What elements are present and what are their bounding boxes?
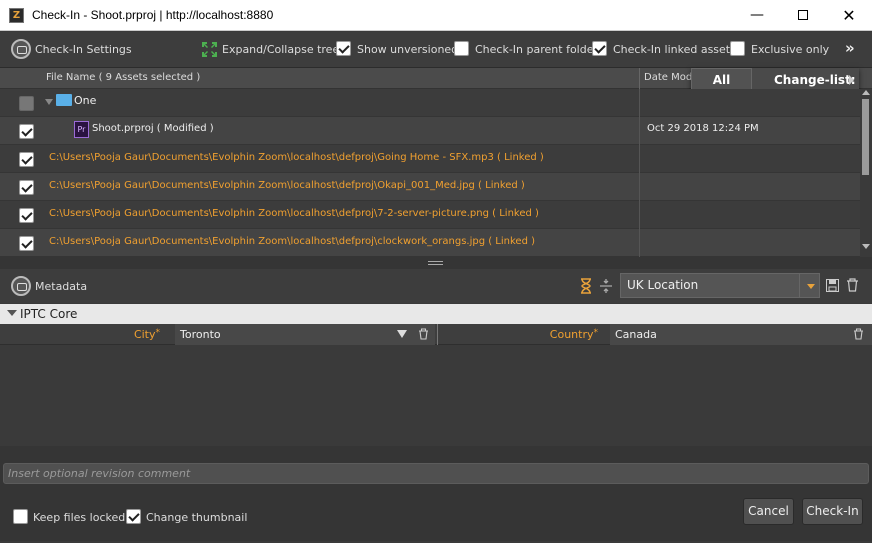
dropdown-arrow-icon <box>807 284 815 289</box>
app-logo-icon: Z <box>9 8 24 23</box>
keep-files-locked-label: Keep files locked <box>33 511 126 524</box>
list-item-linked[interactable]: C:\Users\Pooja Gaur\Documents\Evolphin Z… <box>0 145 860 173</box>
project-checkbox[interactable] <box>19 124 34 139</box>
country-field[interactable]: Canada <box>610 324 872 345</box>
checkin-parent-folder-label: Check-In parent folder <box>475 43 599 56</box>
list-item-linked[interactable]: C:\Users\Pooja Gaur\Documents\Evolphin Z… <box>0 201 860 229</box>
show-unversioned-label: Show unversioned <box>357 43 459 56</box>
linked-asset-path: C:\Users\Pooja Gaur\Documents\Evolphin Z… <box>49 208 539 219</box>
linked-asset-checkbox[interactable] <box>19 208 34 223</box>
iptc-section-title: IPTC Core <box>20 307 78 321</box>
linked-asset-checkbox[interactable] <box>19 152 34 167</box>
scroll-up-icon[interactable] <box>862 90 870 95</box>
list-item-project[interactable]: Pr Shoot.prproj ( Modified ) Oct 29 2018… <box>0 117 860 145</box>
window-title: Check-In - Shoot.prproj | http://localho… <box>32 8 274 22</box>
folder-name: One <box>74 94 97 107</box>
checkin-parent-folder-checkbox[interactable] <box>454 41 469 56</box>
iptc-section-header[interactable]: IPTC Core <box>0 304 872 324</box>
list-item-folder[interactable]: One <box>0 89 860 117</box>
changelist-arrow-icon[interactable] <box>849 75 854 85</box>
maximize-icon <box>798 10 808 20</box>
project-name: Shoot.prproj ( Modified ) <box>92 123 214 134</box>
metadata-template-value: UK Location <box>627 278 699 292</box>
collapse-fields-icon[interactable] <box>599 278 613 294</box>
settings-section-title: Check-In Settings <box>35 43 132 56</box>
required-marker: * <box>155 328 161 338</box>
show-unversioned-checkbox[interactable] <box>336 41 351 56</box>
metadata-field-row: City* Toronto Country* Canada <box>0 324 872 345</box>
linked-asset-checkbox[interactable] <box>19 236 34 251</box>
list-item-linked[interactable]: C:\Users\Pooja Gaur\Documents\Evolphin Z… <box>0 229 860 257</box>
metadata-section-icon <box>11 276 31 296</box>
hourglass-icon[interactable] <box>580 278 592 294</box>
scrollbar-thumb[interactable] <box>862 99 869 175</box>
city-label-text: City <box>133 328 156 341</box>
expand-collapse-button[interactable]: Expand/Collapse tree <box>222 43 339 56</box>
project-date: Oct 29 2018 12:24 PM <box>647 123 759 134</box>
filename-column-header[interactable]: File Name ( 9 Assets selected ) <box>46 72 200 83</box>
folder-checkbox[interactable] <box>19 96 34 111</box>
file-list: One Pr Shoot.prproj ( Modified ) Oct 29 … <box>0 89 860 257</box>
city-dropdown-icon[interactable] <box>397 330 407 338</box>
pane-splitter[interactable] <box>0 257 872 269</box>
close-button[interactable]: ✕ <box>826 0 872 31</box>
metadata-fields-area <box>0 346 872 446</box>
settings-section-icon <box>11 39 31 59</box>
cancel-button[interactable]: Cancel <box>743 498 794 525</box>
checkin-linked-assets-label: Check-In linked assets <box>613 43 736 56</box>
linked-asset-path: C:\Users\Pooja Gaur\Documents\Evolphin Z… <box>49 236 536 247</box>
footer-panel <box>0 446 872 541</box>
minimize-button[interactable]: — <box>734 0 780 31</box>
scroll-down-icon[interactable] <box>862 244 870 249</box>
city-delete-icon[interactable] <box>418 328 429 340</box>
changelist-label[interactable]: Change-list: <box>774 73 856 87</box>
country-delete-icon[interactable] <box>853 328 864 340</box>
country-field-label: Country* <box>438 328 598 341</box>
checkin-linked-assets-checkbox[interactable] <box>592 41 607 56</box>
exclusive-only-checkbox[interactable] <box>730 41 745 56</box>
change-thumbnail-checkbox[interactable] <box>126 509 141 524</box>
list-item-linked[interactable]: C:\Users\Pooja Gaur\Documents\Evolphin Z… <box>0 173 860 201</box>
linked-asset-path: C:\Users\Pooja Gaur\Documents\Evolphin Z… <box>49 152 544 163</box>
premiere-file-icon: Pr <box>74 121 89 138</box>
country-value: Canada <box>615 328 657 341</box>
folder-icon <box>56 94 72 106</box>
exclusive-only-label: Exclusive only <box>751 43 830 56</box>
city-field-label: City* <box>0 328 160 341</box>
metadata-title: Metadata <box>35 280 88 293</box>
tree-expand-icon[interactable] <box>45 99 53 105</box>
file-list-scrollbar[interactable] <box>860 89 872 257</box>
save-icon[interactable] <box>826 279 839 292</box>
expand-collapse-icon[interactable] <box>201 41 218 58</box>
linked-asset-checkbox[interactable] <box>19 180 34 195</box>
checkin-button[interactable]: Check-In <box>802 498 863 525</box>
metadata-template-select[interactable]: UK Location <box>620 273 820 298</box>
maximize-button[interactable] <box>780 0 826 31</box>
country-label-text: Country <box>549 328 594 341</box>
splitter-grip-icon <box>428 261 443 262</box>
window-titlebar: Z Check-In - Shoot.prproj | http://local… <box>0 0 872 31</box>
revision-comment-input[interactable]: Insert optional revision comment <box>3 463 869 484</box>
delete-template-icon[interactable] <box>846 278 859 292</box>
city-field[interactable]: Toronto <box>175 324 435 345</box>
required-marker: * <box>593 328 599 338</box>
collapse-arrow-icon[interactable] <box>7 310 17 316</box>
change-thumbnail-label: Change thumbnail <box>146 511 248 524</box>
checkin-settings-toolbar: Check-In Settings Expand/Collapse tree S… <box>0 32 872 68</box>
date-column-header[interactable]: Date Modi <box>644 72 695 83</box>
keep-files-locked-checkbox[interactable] <box>13 509 28 524</box>
linked-asset-path: C:\Users\Pooja Gaur\Documents\Evolphin Z… <box>49 180 525 191</box>
city-value: Toronto <box>180 328 221 341</box>
more-options-button[interactable]: » <box>845 39 855 57</box>
